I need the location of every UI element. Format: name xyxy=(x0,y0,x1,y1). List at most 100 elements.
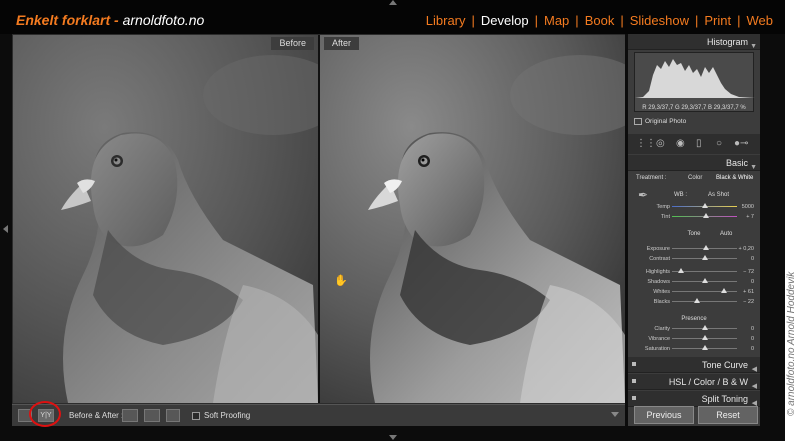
slider-knob[interactable] xyxy=(678,268,685,273)
crop-icon[interactable]: ⋮⋮ xyxy=(636,138,656,149)
lightroom-window: Enkelt forklart - arnoldfoto.no Library … xyxy=(0,0,785,441)
wb-label: WB : xyxy=(674,192,687,198)
brand-site: arnoldfoto.no xyxy=(122,12,205,28)
original-photo-label[interactable]: Original Photo xyxy=(634,118,686,125)
slider-contrast[interactable]: Contrast 0 xyxy=(628,254,760,264)
collapse-triangle-icon[interactable]: ▼ xyxy=(750,160,757,176)
slider-blacks[interactable]: Blacks − 22 xyxy=(628,297,760,307)
slider-value[interactable]: − 22 xyxy=(743,299,754,305)
slider-value[interactable]: 0 xyxy=(751,336,754,342)
module-separator: | xyxy=(737,13,741,28)
slider-label: Contrast xyxy=(649,256,670,262)
panel-switch-icon[interactable] xyxy=(632,362,636,366)
slider-label: Exposure xyxy=(646,246,670,252)
split-toning-header[interactable]: Split Toning ◀ xyxy=(628,391,760,407)
adjustment-brush-icon[interactable]: ●⊸ xyxy=(734,138,748,149)
before-pane[interactable]: Before xyxy=(13,35,318,403)
slider-knob[interactable] xyxy=(694,298,701,303)
slider-value[interactable]: + 61 xyxy=(743,289,754,295)
slider-knob[interactable] xyxy=(701,255,708,260)
swap-before-after-button[interactable] xyxy=(166,409,180,422)
slider-track[interactable] xyxy=(672,291,737,292)
slider-shadows[interactable]: Shadows 0 xyxy=(628,277,760,287)
histogram-header[interactable]: Histogram ▼ xyxy=(628,34,760,50)
module-web[interactable]: Web xyxy=(747,13,774,28)
slider-value[interactable]: 0 xyxy=(751,279,754,285)
pigeon-photo-before xyxy=(13,35,318,403)
slider-value[interactable]: 0 xyxy=(751,326,754,332)
module-print[interactable]: Print xyxy=(704,13,731,28)
after-label: After xyxy=(324,37,360,50)
slider-value[interactable]: + 0,20 xyxy=(739,246,754,252)
slider-label: Blacks xyxy=(653,299,670,305)
slider-saturation[interactable]: Saturation 0 xyxy=(628,344,760,354)
module-separator: | xyxy=(534,13,538,28)
radial-filter-icon[interactable]: ○ xyxy=(716,138,722,149)
tone-curve-header[interactable]: Tone Curve ◀ xyxy=(628,357,760,373)
tone-curve-title: Tone Curve xyxy=(701,360,748,370)
basic-title: Basic xyxy=(725,158,748,168)
red-eye-icon[interactable]: ◉ xyxy=(676,138,685,149)
treatment-color-button[interactable]: Color xyxy=(688,175,702,181)
before-after-label: Before & After : xyxy=(69,411,124,420)
slider-value[interactable]: 5000 xyxy=(742,204,754,210)
bottom-toolbar: Y|Y Before & After : Soft Proofing xyxy=(12,404,625,426)
slider-track[interactable] xyxy=(672,301,737,302)
graduated-filter-icon[interactable]: ▯ xyxy=(696,138,702,149)
panel-switch-icon[interactable] xyxy=(632,379,636,383)
hsl-header[interactable]: HSL / Color / B & W ◀ xyxy=(628,374,760,390)
panel-switch-icon[interactable] xyxy=(632,396,636,400)
auto-tone-button[interactable]: Auto xyxy=(720,231,732,237)
white-balance-selector-icon[interactable]: ✒ xyxy=(638,188,648,202)
slider-clarity[interactable]: Clarity 0 xyxy=(628,324,760,334)
basic-header[interactable]: Basic ▼ xyxy=(628,155,760,171)
slider-knob[interactable] xyxy=(703,213,710,218)
after-pane[interactable]: After xyxy=(320,35,625,403)
slider-knob[interactable] xyxy=(701,325,708,330)
tool-strip: ⋮⋮ ◎ ◉ ▯ ○ ●⊸ xyxy=(628,134,760,154)
top-bar: Enkelt forklart - arnoldfoto.no Library … xyxy=(0,0,785,34)
module-develop[interactable]: Develop xyxy=(481,13,529,28)
slider-knob[interactable] xyxy=(701,278,708,283)
slider-value[interactable]: + 7 xyxy=(746,214,754,220)
module-separator: | xyxy=(471,13,475,28)
slider-value[interactable]: − 72 xyxy=(743,269,754,275)
slider-vibrance[interactable]: Vibrance 0 xyxy=(628,334,760,344)
slider-highlights[interactable]: Highlights − 72 xyxy=(628,267,760,277)
develop-right-panel: Histogram ▼ R 29,3/37,7 G 29,3/37,7 B 29… xyxy=(628,34,760,426)
tone-label: Tone xyxy=(687,231,701,237)
identity-plate: Enkelt forklart - arnoldfoto.no xyxy=(16,12,204,28)
slider-value[interactable]: 0 xyxy=(751,256,754,262)
module-library[interactable]: Library xyxy=(426,13,466,28)
module-slideshow[interactable]: Slideshow xyxy=(630,13,689,28)
slider-knob[interactable] xyxy=(701,345,708,350)
copy-after-to-before-button[interactable] xyxy=(144,409,160,422)
spot-removal-icon[interactable]: ◎ xyxy=(656,138,665,149)
toolbar-dropdown-icon[interactable] xyxy=(611,412,619,417)
left-panel-arrow-icon[interactable] xyxy=(3,225,8,233)
slider-exposure[interactable]: Exposure + 0,20 xyxy=(628,244,760,254)
slider-whites[interactable]: Whites + 61 xyxy=(628,287,760,297)
treatment-bw-button[interactable]: Black & White xyxy=(716,175,753,181)
slider-tint[interactable]: Tint + 7 xyxy=(628,212,760,222)
slider-label: Tint xyxy=(661,214,670,220)
copy-before-to-after-button[interactable] xyxy=(122,409,138,422)
module-map[interactable]: Map xyxy=(544,13,569,28)
slider-label: Clarity xyxy=(654,326,670,332)
copyright-watermark: © arnoldfoto.no Arnold Hoddevik xyxy=(786,271,797,416)
reset-button[interactable]: Reset xyxy=(698,406,758,424)
slider-knob[interactable] xyxy=(701,203,708,208)
slider-value[interactable]: 0 xyxy=(751,346,754,352)
wb-dropdown[interactable]: As Shot xyxy=(708,192,729,198)
slider-label: Shadows xyxy=(647,279,670,285)
previous-button[interactable]: Previous xyxy=(634,406,694,424)
slider-knob[interactable] xyxy=(702,245,709,250)
hand-cursor-icon: ✋ xyxy=(334,275,348,287)
slider-knob[interactable] xyxy=(721,288,727,293)
top-panel-arrow-icon[interactable] xyxy=(389,0,397,5)
slider-temp[interactable]: Temp 5000 xyxy=(628,202,760,212)
soft-proofing-checkbox[interactable] xyxy=(192,412,200,420)
slider-knob[interactable] xyxy=(701,335,708,340)
filmstrip-arrow-icon[interactable] xyxy=(389,435,397,440)
module-book[interactable]: Book xyxy=(585,13,615,28)
